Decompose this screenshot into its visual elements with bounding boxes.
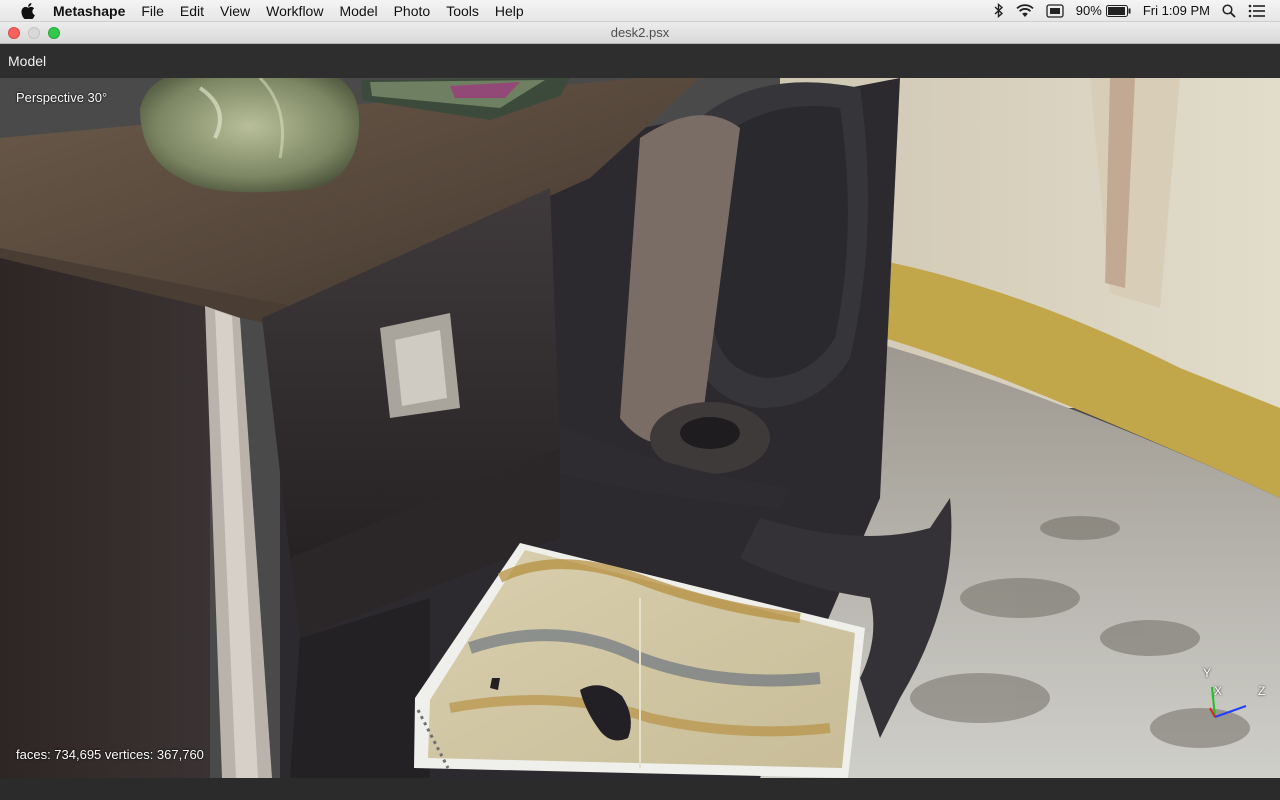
projection-label: Perspective 30° [16,90,108,105]
menu-model[interactable]: Model [331,0,385,22]
model-stats-label: faces: 734,695 vertices: 367,760 [16,747,204,762]
menu-help[interactable]: Help [487,0,532,22]
menu-workflow[interactable]: Workflow [258,0,331,22]
menu-clock[interactable]: Fri 1:09 PM [1143,3,1210,18]
spotlight-search-icon[interactable] [1222,3,1236,18]
model-panel-header: Model [0,44,1280,78]
z-axis-line [1214,705,1247,718]
bluetooth-icon[interactable] [994,3,1004,18]
apple-menu-icon[interactable] [21,2,35,19]
z-axis-label: Z [1258,684,1266,698]
y-axis-label: Y [1203,666,1212,680]
wifi-icon[interactable] [1016,3,1034,18]
window-title-bar: desk2.psx [0,22,1280,44]
menu-file[interactable]: File [133,0,172,22]
x-axis-label: X [1214,684,1223,698]
menu-view[interactable]: View [212,0,258,22]
window-title: desk2.psx [610,25,670,40]
menu-tools[interactable]: Tools [438,0,487,22]
textured-3d-model-render [0,78,1280,778]
battery-percent: 90% [1075,3,1102,18]
battery-icon[interactable] [1105,4,1131,17]
notification-center-icon[interactable] [1248,4,1266,18]
menu-photo[interactable]: Photo [386,0,439,22]
window-bottom-bar [0,778,1280,800]
status-area: 90% Fri 1:09 PM [982,0,1280,22]
menu-app-name[interactable]: Metashape [49,0,133,22]
model-viewport[interactable]: Perspective 30° faces: 734,695 vertices:… [0,78,1280,778]
panel-title: Model [8,53,47,69]
display-icon[interactable] [1046,3,1064,18]
axis-gizmo: Y X Z [1190,662,1270,732]
macos-menu-bar: Metashape File Edit View Workflow Model … [0,0,1280,22]
menu-edit[interactable]: Edit [172,0,212,22]
